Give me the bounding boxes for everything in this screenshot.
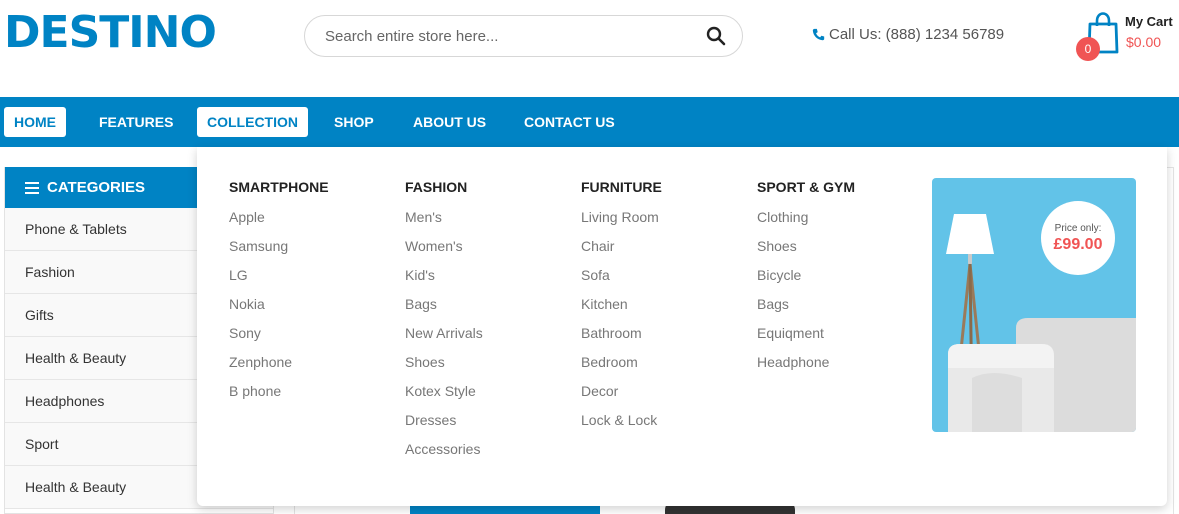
column-title: FURNITURE — [581, 179, 662, 195]
menu-link[interactable]: Lock & Lock — [581, 413, 662, 442]
categories-title: CATEGORIES — [47, 179, 146, 196]
menu-link[interactable]: Clothing — [757, 210, 855, 239]
menu-link[interactable]: LG — [229, 268, 329, 297]
promo-banner[interactable]: Price only: £99.00 — [932, 178, 1136, 432]
menu-link[interactable]: Men's — [405, 210, 483, 239]
site-header: DESTINO Call Us: (888) 1234 56789 0 My C… — [0, 0, 1179, 97]
menu-link[interactable]: Bags — [757, 297, 855, 326]
menu-link[interactable]: Bicycle — [757, 268, 855, 297]
cart-count-badge: 0 — [1076, 37, 1100, 61]
price-label: Price only: — [1054, 222, 1102, 234]
search-bar — [304, 15, 743, 57]
menu-link[interactable]: Headphone — [757, 355, 855, 384]
menu-link[interactable]: Equiqment — [757, 326, 855, 355]
main-nav: HOME FEATURES COLLECTION SHOP ABOUT US C… — [0, 97, 1179, 147]
menu-link[interactable]: Shoes — [405, 355, 483, 384]
menu-link[interactable]: Samsung — [229, 239, 329, 268]
menu-link[interactable]: Sony — [229, 326, 329, 355]
logo-text: DESTINO — [4, 7, 217, 58]
menu-link[interactable]: Living Room — [581, 210, 662, 239]
price-value: £99.00 — [1053, 235, 1103, 253]
cart-total: $0.00 — [1126, 34, 1162, 50]
menu-link[interactable]: Decor — [581, 384, 662, 413]
menu-link[interactable]: Kid's — [405, 268, 483, 297]
menu-link[interactable]: Bathroom — [581, 326, 662, 355]
phone-icon — [812, 28, 825, 41]
menu-link[interactable]: Kitchen — [581, 297, 662, 326]
column-title: SMARTPHONE — [229, 179, 329, 195]
mega-column-smartphone: SMARTPHONE Apple Samsung LG Nokia Sony Z… — [229, 179, 329, 413]
search-input[interactable] — [325, 21, 685, 51]
nav-item-home[interactable]: HOME — [4, 107, 66, 137]
nav-item-about-us[interactable]: ABOUT US — [403, 107, 496, 137]
menu-link[interactable]: Bedroom — [581, 355, 662, 384]
menu-link[interactable]: Kotex Style — [405, 384, 483, 413]
menu-link[interactable]: Nokia — [229, 297, 329, 326]
mini-cart[interactable]: 0 My Cart $0.00 — [1076, 12, 1179, 62]
nav-item-collection[interactable]: COLLECTION — [197, 107, 308, 137]
price-tag: Price only: £99.00 — [1041, 201, 1115, 275]
menu-icon — [25, 181, 39, 194]
nav-item-shop[interactable]: SHOP — [324, 107, 384, 137]
menu-link[interactable]: Chair — [581, 239, 662, 268]
search-icon[interactable] — [706, 26, 726, 46]
mega-column-fashion: FASHION Men's Women's Kid's Bags New Arr… — [405, 179, 483, 471]
menu-link[interactable]: Zenphone — [229, 355, 329, 384]
menu-link[interactable]: Women's — [405, 239, 483, 268]
nav-item-features[interactable]: FEATURES — [89, 107, 183, 137]
menu-link[interactable]: Bags — [405, 297, 483, 326]
menu-link[interactable]: Shoes — [757, 239, 855, 268]
call-us-text: Call Us: (888) 1234 56789 — [829, 26, 1005, 43]
column-title: FASHION — [405, 179, 468, 195]
menu-link[interactable]: Apple — [229, 210, 329, 239]
cart-title: My Cart — [1125, 14, 1173, 29]
column-title: SPORT & GYM — [757, 179, 856, 195]
mega-column-sport-gym: SPORT & GYM Clothing Shoes Bicycle Bags … — [757, 179, 855, 384]
mega-column-furniture: FURNITURE Living Room Chair Sofa Kitchen… — [581, 179, 662, 442]
collection-mega-menu: SMARTPHONE Apple Samsung LG Nokia Sony Z… — [197, 147, 1167, 506]
menu-link[interactable]: Dresses — [405, 413, 483, 442]
site-logo[interactable]: DESTINO — [4, 7, 217, 58]
menu-link[interactable]: New Arrivals — [405, 326, 483, 355]
menu-link[interactable]: B phone — [229, 384, 329, 413]
nav-item-contact-us[interactable]: CONTACT US — [514, 107, 625, 137]
menu-link[interactable]: Accessories — [405, 442, 483, 471]
menu-link[interactable]: Sofa — [581, 268, 662, 297]
call-us: Call Us: (888) 1234 56789 — [812, 26, 1004, 43]
